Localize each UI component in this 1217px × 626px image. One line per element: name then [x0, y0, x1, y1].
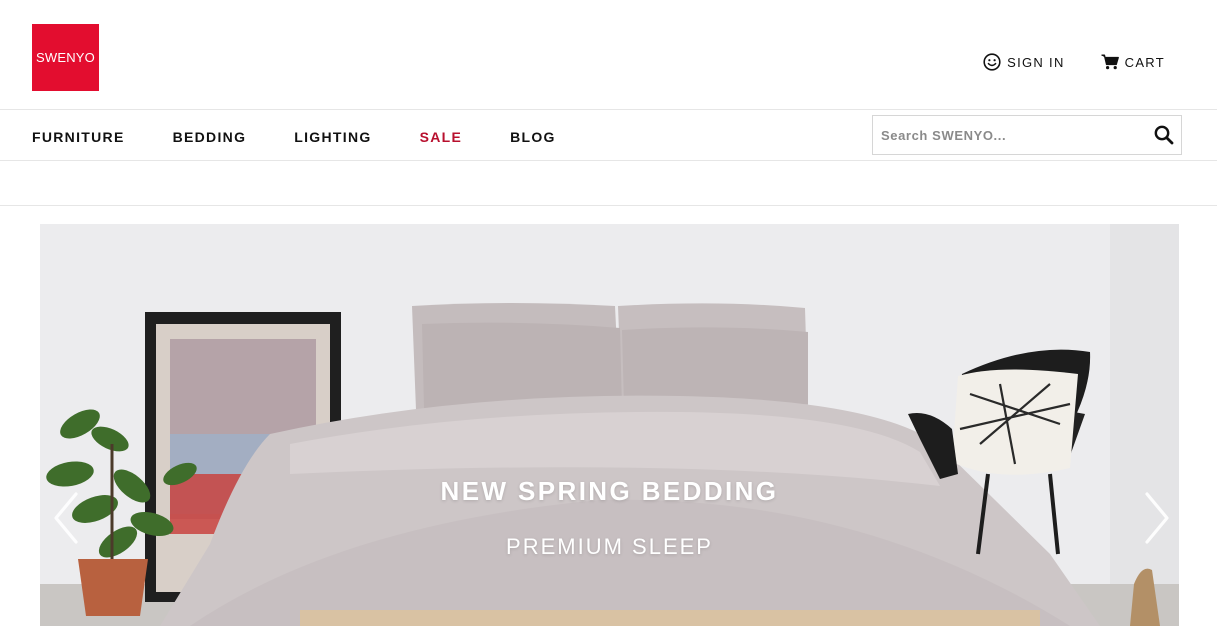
nav-item-lighting[interactable]: LIGHTING	[294, 129, 371, 145]
cart-label: CART	[1124, 54, 1165, 70]
search-icon	[1153, 125, 1175, 150]
brand-logo[interactable]: SWENYO	[32, 24, 99, 91]
site-header: SWENYO SIGN IN CART	[0, 0, 1217, 110]
nav-item-blog[interactable]: BLOG	[510, 129, 556, 145]
hero-slider: NEW SPRING BEDDING PREMIUM SLEEP	[40, 224, 1179, 626]
hero-subtitle: PREMIUM SLEEP	[506, 534, 713, 559]
search-button[interactable]	[1153, 124, 1175, 146]
sign-in-label: SIGN IN	[1007, 54, 1065, 70]
cart-icon	[1101, 54, 1119, 70]
nav-item-furniture[interactable]: FURNITURE	[32, 129, 125, 145]
sub-navigation-strip	[0, 161, 1217, 206]
slider-next-button[interactable]	[1141, 490, 1173, 546]
nav-item-sale[interactable]: SALE	[420, 129, 463, 145]
cart-link[interactable]: CART	[1101, 54, 1165, 70]
hero-title: NEW SPRING BEDDING	[440, 476, 779, 506]
hero-bedroom-image	[40, 224, 1179, 626]
search-input[interactable]	[881, 116, 1141, 154]
slider-prev-button[interactable]	[50, 490, 82, 546]
nav-item-bedding[interactable]: BEDDING	[173, 129, 247, 145]
brand-logo-text: SWENYO	[36, 50, 95, 65]
search-box	[872, 115, 1182, 155]
sign-in-link[interactable]: SIGN IN	[983, 53, 1065, 71]
chevron-left-icon	[50, 492, 82, 550]
smiley-icon	[983, 53, 1001, 71]
chevron-right-icon	[1141, 492, 1173, 550]
account-links: SIGN IN CART	[983, 53, 1165, 71]
category-menu: FURNITURE BEDDING LIGHTING SALE BLOG	[32, 129, 556, 145]
main-navigation: FURNITURE BEDDING LIGHTING SALE BLOG	[0, 110, 1217, 161]
